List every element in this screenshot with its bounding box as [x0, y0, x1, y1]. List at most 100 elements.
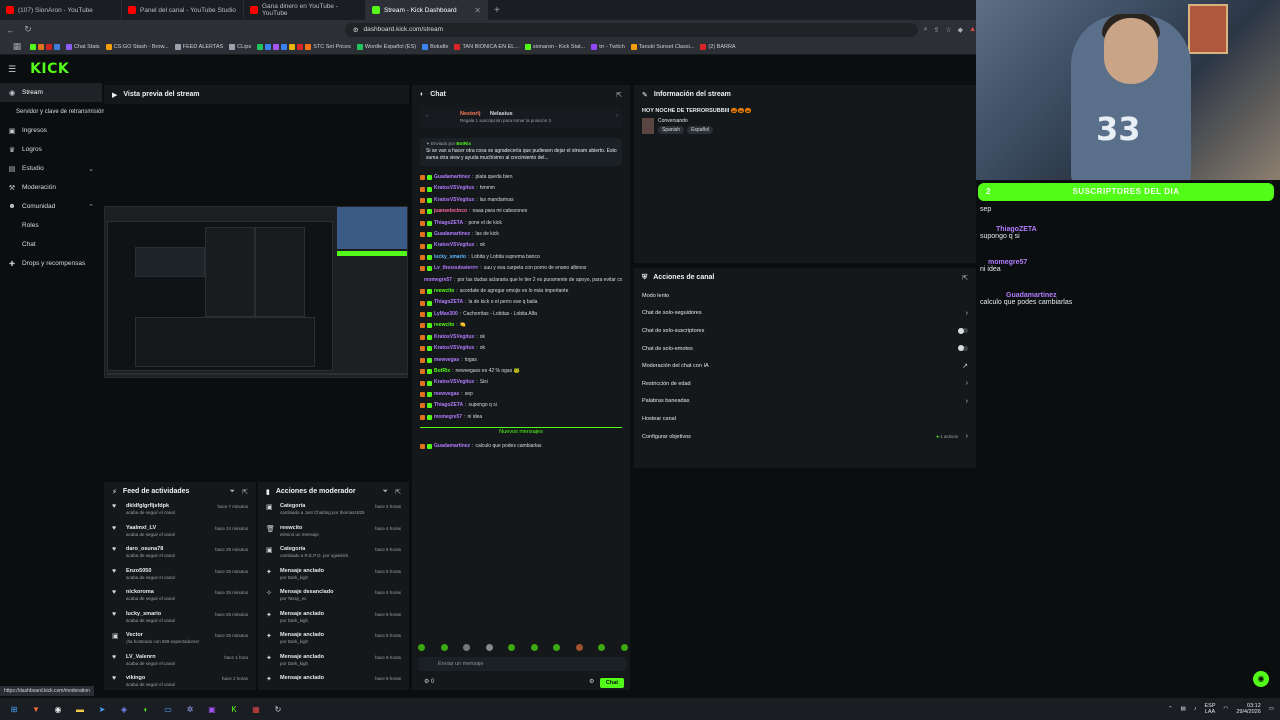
obs-icon[interactable]: ◉	[50, 701, 66, 717]
bookmark-item[interactable]: TAN BIONICA EN EL...	[454, 43, 519, 50]
emote-icon[interactable]	[553, 644, 561, 651]
gear-icon[interactable]: ⚙	[589, 678, 594, 685]
spotify-icon[interactable]: ◐	[138, 701, 154, 717]
action-subscribers-only[interactable]: Chat de solo-suscriptores	[634, 322, 976, 340]
browser-tab[interactable]: Gana dinero en YouTube - YouTube	[244, 0, 366, 20]
bookmark-item[interactable]: Tanuki Sunset Classi...	[630, 43, 694, 50]
action-goals[interactable]: Configurar objetivos ● 1 activos ›	[634, 428, 976, 446]
emote-icon[interactable]	[485, 644, 493, 651]
chevron-up-icon[interactable]: ⌃	[1168, 706, 1173, 712]
bookmark-star-icon[interactable]: ☆	[945, 26, 951, 34]
emote-icon[interactable]	[620, 644, 628, 651]
chat-username[interactable]: Lv_thesouleaterrrr	[434, 263, 478, 274]
sidebar-item-chat[interactable]: Chat	[0, 235, 102, 254]
share-icon[interactable]: ⇪	[934, 26, 940, 34]
stream-preview-video[interactable]	[104, 206, 408, 378]
toggle-switch[interactable]	[958, 327, 968, 334]
bookmark-item[interactable]: trr - Twitch	[591, 43, 625, 50]
filter-icon[interactable]: ⏷	[383, 488, 389, 496]
discord-icon[interactable]: ◈	[116, 701, 132, 717]
action-followers-only[interactable]: Chat de solo-seguidores ›	[634, 305, 976, 323]
app-icon[interactable]: ✲	[182, 701, 198, 717]
bookmark-item[interactable]: Chat Stats	[66, 43, 100, 50]
network-icon[interactable]: ▤	[1181, 706, 1186, 712]
chat-username[interactable]: Guadamartinez	[434, 229, 470, 240]
chat-settings-icon[interactable]: ⚙ 0	[424, 678, 434, 685]
action-age-restriction[interactable]: Restricción de edad ›	[634, 375, 976, 393]
action-host-channel[interactable]: Hostear canal	[634, 410, 976, 428]
app-icon[interactable]: ▦	[248, 701, 264, 717]
sidebar-item-studio[interactable]: ▤ Estudio ⌄	[0, 159, 102, 178]
chat-username[interactable]: KratosVSVegitux	[434, 195, 474, 206]
emote-icon[interactable]	[598, 644, 606, 651]
chat-username[interactable]: juanselecinco	[434, 206, 467, 217]
bookmark-item[interactable]: Boludle	[422, 43, 448, 50]
action-slow-mode[interactable]: Modo lento	[634, 287, 976, 305]
sidebar-item-income[interactable]: ▣ Ingresos	[0, 121, 102, 140]
chat-username[interactable]: lucky_smario	[434, 252, 466, 263]
chat-username[interactable]: KratosVSVegitux	[434, 377, 474, 388]
popout-icon[interactable]: ⇱	[242, 488, 248, 496]
back-icon[interactable]: ←	[4, 25, 17, 35]
help-chat-button[interactable]: ◉	[1253, 671, 1269, 687]
chevron-left-icon[interactable]: ‹	[426, 113, 428, 119]
address-bar[interactable]: ⚙ dashboard.kick.com/stream	[344, 22, 918, 37]
emote-icon[interactable]	[418, 644, 425, 651]
clock[interactable]: 03:12 29/4/2026	[1236, 703, 1260, 715]
chat-username[interactable]: KratosVSVegitux	[434, 332, 474, 343]
stream-category[interactable]: Conversando Spanish Español	[634, 118, 976, 134]
bookmark-item[interactable]: sionaron - Kick Stat...	[524, 43, 585, 50]
bookmark-item[interactable]: (2) BARRA	[700, 43, 736, 50]
sidebar-item-roles[interactable]: Roles	[0, 216, 102, 235]
emote-icon[interactable]	[508, 644, 516, 651]
chat-username[interactable]: KratosVSVegitux	[434, 183, 474, 194]
emote-icon[interactable]	[575, 644, 583, 651]
chat-username[interactable]: momegre57	[424, 275, 452, 286]
extension-icon[interactable]: ◆	[958, 26, 963, 34]
popout-icon[interactable]: ⇱	[616, 91, 622, 99]
chat-username[interactable]: momegre57	[434, 412, 462, 423]
new-tab-button[interactable]: +	[494, 5, 500, 16]
volume-icon[interactable]: ♪	[1194, 706, 1197, 712]
popout-icon[interactable]: ⇱	[962, 274, 968, 282]
app-icon[interactable]: ▣	[204, 701, 220, 717]
chat-username[interactable]: ThiagoZETA	[434, 297, 463, 308]
bookmark-item[interactable]: STC Set Prices	[257, 43, 351, 50]
browser-tab-active[interactable]: Stream - Kick Dashboard ✕	[366, 0, 488, 20]
chat-username[interactable]: mewvegas	[434, 389, 459, 400]
chat-username[interactable]: BotRix	[434, 366, 450, 377]
chat-username[interactable]: ThiagoZETA	[434, 400, 463, 411]
toggle-switch[interactable]	[958, 345, 968, 352]
kick-app-icon[interactable]: K	[226, 701, 242, 717]
action-emotes-only[interactable]: Chat de solo-emotes	[634, 340, 976, 358]
chat-username[interactable]: ThiagoZETA	[434, 218, 463, 229]
zoom-icon[interactable]: ⌕	[924, 26, 928, 34]
extension-icon[interactable]: ▲	[969, 26, 976, 34]
chevron-right-icon[interactable]: ›	[616, 113, 618, 119]
chat-username[interactable]: reewcito	[434, 320, 454, 331]
sidebar-item-server-key[interactable]: Servidor y clave de retransmisión	[0, 102, 105, 121]
action-banned-words[interactable]: Palabras baneadas ›	[634, 393, 976, 411]
top-gifters[interactable]: ‹ › Nestorlj Nelasius Regala 1 suscripci…	[420, 108, 622, 128]
action-ai-moderation[interactable]: Moderación del chat con IA ↗	[634, 357, 976, 375]
pinned-message[interactable]: ✦ Enviado por BotRix Si se van a hacer o…	[420, 138, 622, 166]
notification-icon[interactable]: ▭	[1269, 706, 1274, 712]
sidebar-item-stream[interactable]: ◉ Stream	[0, 83, 102, 102]
chat-username[interactable]: KratosVSVegitux	[434, 343, 474, 354]
emote-icon[interactable]	[463, 644, 471, 651]
brave-icon[interactable]: ▼	[28, 701, 44, 717]
chat-username[interactable]: reewcito	[434, 286, 454, 297]
popout-icon[interactable]: ⇱	[395, 488, 401, 496]
sidebar-item-community[interactable]: ☻ Comunidad ⌃	[0, 197, 102, 216]
app-icon[interactable]: ↻	[270, 701, 286, 717]
bookmark-item[interactable]: CS:GO Stash - Brow...	[105, 43, 169, 50]
telegram-icon[interactable]: ➤	[94, 701, 110, 717]
chat-username[interactable]: mewvegas	[434, 355, 459, 366]
chat-username[interactable]: Guadamartinez	[434, 172, 470, 183]
bookmark-item[interactable]	[30, 43, 60, 50]
close-tab-icon[interactable]: ✕	[474, 6, 481, 15]
sidebar-item-drops[interactable]: ✚ Drops y recompensas	[0, 254, 102, 273]
apps-grid-icon[interactable]: ▦	[10, 41, 24, 52]
new-messages-divider[interactable]: Nuevos mensajes	[420, 426, 622, 437]
windows-start-icon[interactable]: ⊞	[6, 701, 22, 717]
